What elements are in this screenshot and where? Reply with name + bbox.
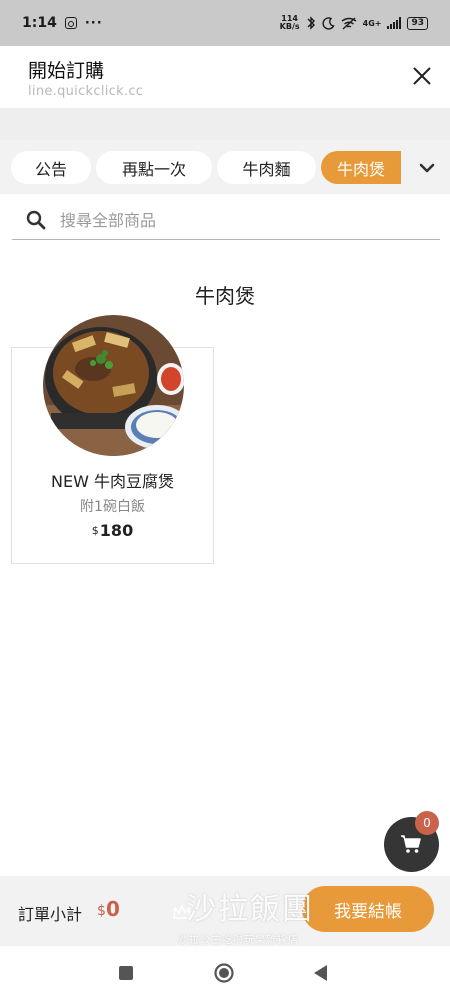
- more-notifications-icon: ···: [84, 15, 103, 31]
- product-name: NEW 牛肉豆腐煲: [51, 472, 174, 491]
- product-description: 附1碗白飯: [80, 499, 145, 515]
- crown-icon: [173, 905, 191, 919]
- price-currency: $: [91, 524, 99, 537]
- status-bar: 1:14 ··· 114 KB/s 4G+ 93: [0, 0, 450, 46]
- subtotal-currency: $: [97, 903, 106, 919]
- page-title: 開始訂購: [28, 60, 105, 82]
- close-icon[interactable]: [410, 64, 434, 88]
- home-icon[interactable]: [213, 962, 235, 984]
- status-icons: 114 KB/s 4G+ 93: [280, 15, 428, 31]
- battery-icon: 93: [407, 16, 428, 30]
- tab-label: 牛肉煲: [336, 159, 385, 179]
- tab-announcement[interactable]: 公告: [11, 151, 91, 184]
- cart-count-badge: 0: [415, 811, 439, 835]
- tab-beef-noodles[interactable]: 牛肉麵: [217, 151, 316, 184]
- price-value: 180: [99, 521, 134, 540]
- signal-icon: [387, 17, 402, 29]
- tab-label: 公告: [34, 159, 67, 179]
- network-type: 4G+: [362, 18, 382, 28]
- watermark-main: 沙拉飯團: [186, 892, 314, 927]
- network-speed-unit: KB/s: [279, 22, 300, 31]
- title-bar: 開始訂購 line.quickclick.cc: [0, 46, 450, 108]
- status-time: 1:14: [22, 15, 57, 31]
- page-url: line.quickclick.cc: [28, 84, 144, 99]
- watermark-sub: 沙拉公主吃喝玩樂雜貨店: [178, 935, 299, 946]
- product-image: [43, 315, 184, 456]
- cart-icon: [401, 835, 421, 853]
- chevron-down-icon[interactable]: [416, 158, 438, 178]
- tab-label: 牛肉麵: [242, 159, 291, 179]
- instagram-icon: [64, 17, 77, 29]
- recent-apps-icon[interactable]: [115, 962, 137, 984]
- search-icon: [26, 210, 46, 230]
- bluetooth-icon: [307, 16, 315, 30]
- product-price: $180: [12, 521, 213, 540]
- search-bar: [12, 200, 440, 240]
- tab-beef-pot[interactable]: 牛肉煲: [321, 151, 401, 184]
- product-card[interactable]: NEW 牛肉豆腐煲 附1碗白飯 $180: [11, 315, 214, 564]
- tab-label: 再點一次: [121, 159, 186, 179]
- subtotal-label: 訂單小計: [18, 905, 83, 924]
- header-divider-band: [0, 108, 450, 140]
- subtotal-value: 0: [106, 897, 120, 921]
- order-summary-bar: 訂單小計 $ 0 我要結帳 沙拉飯團 沙拉公主吃喝玩樂雜貨店: [0, 876, 450, 946]
- network-speed: 114 KB/s: [280, 15, 300, 31]
- back-icon[interactable]: [310, 962, 332, 984]
- checkout-button[interactable]: 我要結帳: [302, 886, 434, 932]
- search-input[interactable]: [60, 206, 420, 234]
- moon-icon: [322, 16, 335, 30]
- section-title: 牛肉煲: [195, 284, 255, 308]
- wifi-off-icon: [341, 16, 357, 30]
- tab-reorder[interactable]: 再點一次: [96, 151, 212, 184]
- system-nav-bar: [0, 946, 450, 1000]
- category-tabs: 公告 再點一次 牛肉麵 牛肉煲: [0, 140, 450, 194]
